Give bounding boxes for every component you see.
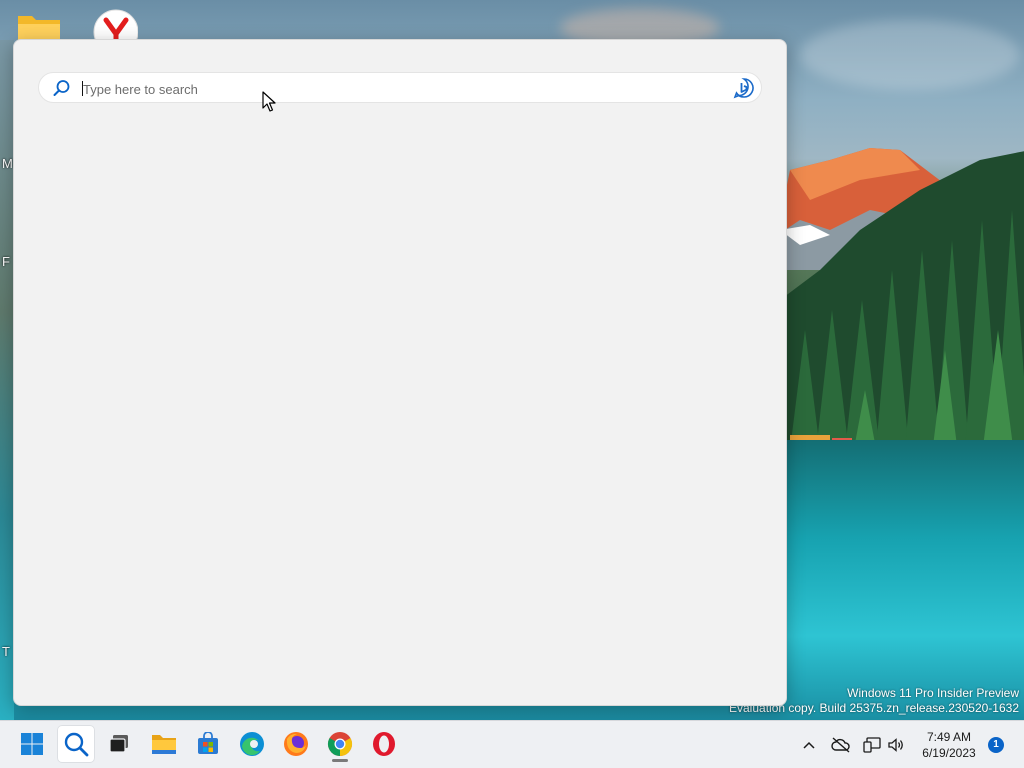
chrome-button[interactable] <box>321 725 359 763</box>
taskbar: 7:49 AM 6/19/2023 1 <box>0 720 1024 768</box>
mouse-pointer-icon <box>262 91 276 112</box>
text-caret <box>82 81 83 96</box>
search-icon <box>64 732 89 757</box>
network-tray-button[interactable] <box>862 735 882 755</box>
windows-logo-icon <box>21 733 43 755</box>
chrome-icon <box>327 732 353 756</box>
search-box[interactable] <box>38 72 762 103</box>
search-flyout <box>13 39 787 706</box>
taskbar-clock[interactable]: 7:49 AM 6/19/2023 <box>913 729 985 761</box>
start-button[interactable] <box>13 725 51 763</box>
chevron-up-icon <box>803 741 815 749</box>
microsoft-store-button[interactable] <box>189 725 227 763</box>
store-icon <box>198 732 218 754</box>
bing-chat-icon[interactable] <box>733 77 755 99</box>
edge-button[interactable] <box>233 725 271 763</box>
firefox-icon <box>284 732 308 756</box>
forest <box>780 151 1024 470</box>
onedrive-tray-button[interactable] <box>831 735 851 755</box>
desktop-left-edge <box>0 40 14 720</box>
onedrive-offline-icon <box>831 737 850 753</box>
desktop-icon-label-fragment: M <box>2 156 13 171</box>
volume-tray-button[interactable] <box>886 735 906 755</box>
task-view-button[interactable] <box>100 725 138 763</box>
show-hidden-icons-button[interactable] <box>799 735 819 755</box>
lake <box>780 440 1024 720</box>
file-explorer-button[interactable] <box>145 725 183 763</box>
clock-date: 6/19/2023 <box>922 746 976 760</box>
search-input[interactable] <box>81 77 725 101</box>
volume-icon <box>888 738 903 752</box>
desktop-icon-label-fragment: T <box>2 644 10 659</box>
task-view-icon <box>109 735 128 753</box>
firefox-button[interactable] <box>277 725 315 763</box>
opera-button[interactable] <box>365 725 403 763</box>
search-button[interactable] <box>57 725 95 763</box>
notification-badge[interactable]: 1 <box>988 737 1004 753</box>
clock-time: 7:49 AM <box>926 730 972 744</box>
opera-icon <box>373 732 395 756</box>
running-indicator <box>332 759 348 762</box>
edge-icon <box>240 732 264 756</box>
cloud <box>800 20 1020 90</box>
folder-icon <box>152 735 176 754</box>
network-icon <box>863 737 881 753</box>
search-icon <box>53 80 70 96</box>
desktop-icon-label-fragment: F <box>2 254 10 269</box>
